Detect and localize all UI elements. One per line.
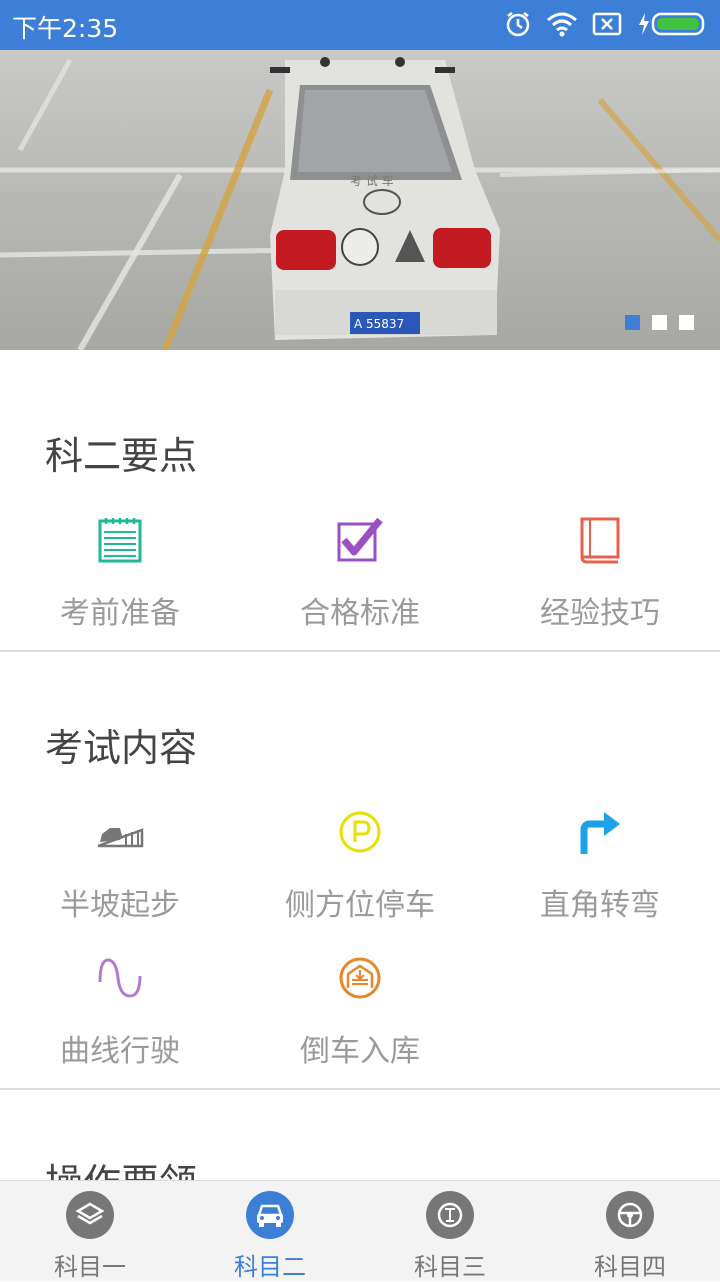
right-turn-icon [480,802,720,862]
item-side-parking[interactable]: 侧方位停车 [240,802,480,924]
alarm-icon [504,10,532,42]
bottom-navigation: 科目一 科目二 科目三 科目四 [0,1180,720,1281]
nav-label: 科目一 [54,1253,126,1281]
garage-icon [240,948,480,1008]
nav-label: 科目四 [594,1253,666,1281]
carousel-dot-3[interactable] [679,315,694,330]
item-pass-standard[interactable]: 合格标准 [240,510,480,632]
banner-image: 考 试 车 A 55837 [0,57,720,350]
road-icon [426,1191,474,1239]
section-title: 考试内容 [45,726,198,770]
notepad-icon [0,510,240,570]
item-label: 半坡起步 [60,888,180,923]
carousel-dots [625,315,694,330]
nav-subject-two[interactable]: 科目二 [180,1191,360,1282]
wifi-icon [546,11,578,41]
item-label: 直角转弯 [540,888,660,923]
car-icon [246,1191,294,1239]
nav-label: 科目三 [414,1253,486,1281]
status-time: 下午2:35 [12,14,119,43]
battery-icon [636,11,708,41]
book-icon [480,510,720,570]
item-label: 考前准备 [60,596,180,631]
checkbox-icon [240,510,480,570]
item-experience-tips[interactable]: 经验技巧 [480,510,720,632]
item-right-angle-turn[interactable]: 直角转弯 [480,802,720,924]
operation-section: 操作要领 [0,1090,720,1180]
item-label: 合格标准 [300,596,420,631]
nav-subject-one[interactable]: 科目一 [0,1191,180,1282]
nav-label: 科目二 [234,1253,306,1281]
hill-start-icon [0,802,240,862]
key-points-section: 科二要点 考前准备 合格标准 经验技巧 [0,350,720,650]
steering-wheel-icon [606,1191,654,1239]
curve-icon [0,948,240,1008]
item-label: 侧方位停车 [285,888,435,923]
section-title: 科二要点 [45,434,198,478]
item-label: 经验技巧 [540,596,660,631]
item-label: 曲线行驶 [60,1034,180,1069]
layers-icon [66,1191,114,1239]
nav-subject-four[interactable]: 科目四 [540,1191,720,1282]
item-curve-driving[interactable]: 曲线行驶 [0,948,240,1070]
item-exam-preparation[interactable]: 考前准备 [0,510,240,632]
carousel-dot-2[interactable] [652,315,667,330]
exam-content-section: 考试内容 半坡起步 侧方位停车 直角转弯 曲线行驶 倒车入库 [0,652,720,1088]
license-plate: A 55837 [354,317,404,331]
item-hill-start[interactable]: 半坡起步 [0,802,240,924]
item-reverse-parking[interactable]: 倒车入库 [240,948,480,1070]
car-roof-text: 考 试 车 [350,173,394,188]
sim-off-icon [592,11,622,41]
carousel-dot-1[interactable] [625,315,640,330]
parking-icon [240,802,480,862]
status-icons [504,10,708,42]
item-label: 倒车入库 [300,1034,420,1069]
section-title: 操作要领 [45,1152,197,1180]
status-bar: 下午2:35 [0,0,720,50]
banner-carousel[interactable]: 考 试 车 A 55837 [0,50,720,350]
nav-subject-three[interactable]: 科目三 [360,1191,540,1282]
